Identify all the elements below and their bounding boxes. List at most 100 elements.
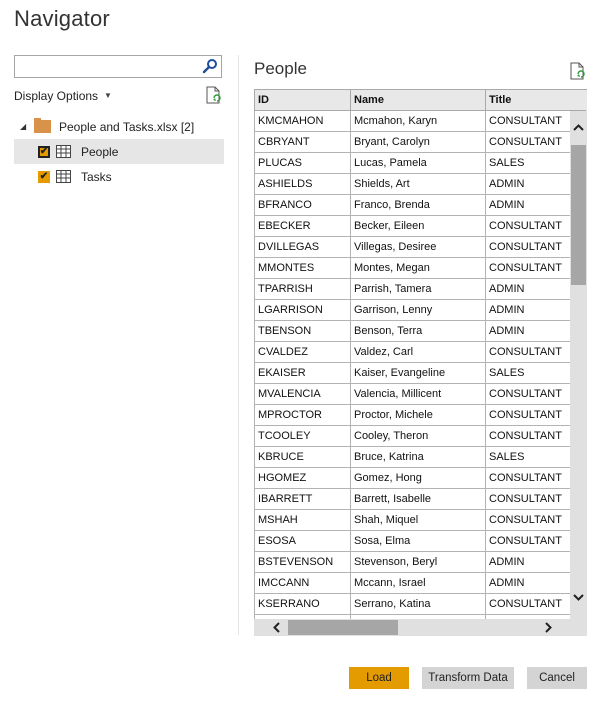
table-row[interactable]: KMCMAHON Mcmahon, Karyn CONSULTANT [254,110,586,132]
horizontal-scrollbar[interactable] [254,619,570,636]
scroll-down-icon[interactable] [570,589,587,606]
cell-name: Sosa, Elma [350,530,486,552]
checkbox-tasks[interactable]: ✔ [38,170,50,183]
table-row[interactable]: CVALDEZ Valdez, Carl CONSULTANT [254,341,586,363]
table-row[interactable]: KBRUCE Bruce, Katrina SALES [254,446,586,468]
tree-item-label: People [81,144,119,159]
preview-grid: ID Name Title KMCMAHON Mcmahon, Karyn CONS… [254,89,587,636]
table-row[interactable]: PLUCAS Lucas, Pamela SALES [254,152,586,174]
table-row[interactable]: MPROCTOR Proctor, Michele CONSULTANT [254,404,586,426]
table-row[interactable]: KSERRANO Serrano, Katina CONSULTANT [254,593,586,615]
table-row[interactable]: TBENSON Benson, Terra ADMIN [254,320,586,342]
cell-id: BSTEVENSON [254,551,351,573]
cell-id: KMCMAHON [254,110,351,132]
cell-id: TCOOLEY [254,425,351,447]
transform-data-button[interactable]: Transform Data [422,667,514,689]
column-header-id[interactable]: ID [254,89,351,111]
vertical-scroll-thumb[interactable] [571,145,586,285]
column-header-title[interactable]: Title [485,89,586,111]
cancel-button[interactable]: Cancel [527,667,587,689]
cell-name: Villegas, Desiree [350,236,486,258]
cell-name: Benson, Terra [350,320,486,342]
table-row[interactable]: IBARRETT Barrett, Isabelle CONSULTANT [254,488,586,510]
table-row[interactable]: TPARRISH Parrish, Tamera ADMIN [254,278,586,300]
cell-name: Kaiser, Evangeline [350,362,486,384]
refresh-icon[interactable] [205,86,221,104]
cell-name: Mccann, Israel [350,572,486,594]
cell-id: CBRYANT [254,131,351,153]
cell-name: Barrett, Isabelle [350,488,486,510]
tree-item-workbook[interactable]: ◢ People and Tasks.xlsx [2] [14,114,224,139]
cell-id: MMONTES [254,257,351,279]
table-row[interactable]: ESOSA Sosa, Elma CONSULTANT [254,530,586,552]
display-options-label: Display Options [14,89,99,103]
table-row[interactable]: MSHAH Shah, Miquel CONSULTANT [254,509,586,531]
table-row[interactable]: LGARRISON Garrison, Lenny ADMIN [254,299,586,321]
scroll-left-icon[interactable] [268,619,285,636]
table-row[interactable]: ASHIELDS Shields, Art ADMIN [254,173,586,195]
navigator-tree: ◢ People and Tasks.xlsx [2] ✔ People ✔ T… [14,114,224,189]
cell-id: EBECKER [254,215,351,237]
table-row[interactable]: CBRYANT Bryant, Carolyn CONSULTANT [254,131,586,153]
cell-id: DVILLEGAS [254,236,351,258]
cell-id: PLUCAS [254,152,351,174]
checkbox-people[interactable]: ✔ [38,145,50,158]
cell-name: Shah, Miquel [350,509,486,531]
cell-id: MVALENCIA [254,383,351,405]
table-row[interactable]: EBECKER Becker, Eileen CONSULTANT [254,215,586,237]
horizontal-scroll-thumb[interactable] [288,620,398,635]
table-row[interactable]: BSTEVENSON Stevenson, Beryl ADMIN [254,551,586,573]
cell-id: MSHAH [254,509,351,531]
scroll-right-icon[interactable] [540,619,557,636]
table-row[interactable]: EKAISER Kaiser, Evangeline SALES [254,362,586,384]
cell-id: BFRANCO [254,194,351,216]
folder-icon [34,118,51,133]
data-table: ID Name Title KMCMAHON Mcmahon, Karyn CONS… [254,89,586,636]
search-icon[interactable] [202,58,218,74]
table-row[interactable]: DVILLEGAS Villegas, Desiree CONSULTANT [254,236,586,258]
cell-name: Proctor, Michele [350,404,486,426]
table-row[interactable]: BFRANCO Franco, Brenda ADMIN [254,194,586,216]
cell-id: KBRUCE [254,446,351,468]
tree-item-tasks[interactable]: ✔ Tasks [14,164,224,189]
cell-name: Gomez, Hong [350,467,486,489]
header-filler [585,89,587,110]
scroll-up-icon[interactable] [570,119,587,136]
search-input[interactable] [15,56,195,77]
pane-divider[interactable] [238,55,239,635]
vertical-scrollbar[interactable] [570,111,587,619]
column-header-name[interactable]: Name [350,89,486,111]
cell-id: LGARRISON [254,299,351,321]
tree-item-label: Tasks [81,169,112,184]
table-row[interactable]: TCOOLEY Cooley, Theron CONSULTANT [254,425,586,447]
cell-id: MPROCTOR [254,404,351,426]
table-row[interactable]: MVALENCIA Valencia, Millicent CONSULTANT [254,383,586,405]
cell-name: Lucas, Pamela [350,152,486,174]
table-icon [56,145,71,158]
table-row[interactable]: IMCCANN Mccann, Israel ADMIN [254,572,586,594]
cell-id: ESOSA [254,530,351,552]
refresh-preview-icon[interactable] [569,62,585,80]
scrollbar-corner [570,619,587,636]
cell-name: Garrison, Lenny [350,299,486,321]
cell-name: Valdez, Carl [350,341,486,363]
cell-id: TPARRISH [254,278,351,300]
search-box [14,55,222,78]
table-row[interactable]: MMONTES Montes, Megan CONSULTANT [254,257,586,279]
load-button[interactable]: Load [349,667,409,689]
tree-item-people[interactable]: ✔ People [14,139,224,164]
cell-name: Serrano, Katina [350,593,486,615]
expand-arrow-icon[interactable]: ◢ [20,122,30,131]
cell-id: CVALDEZ [254,341,351,363]
preview-title: People [254,59,307,78]
display-options-dropdown[interactable]: Display Options ▼ [14,89,112,103]
cell-id: KSERRANO [254,593,351,615]
cell-id: TBENSON [254,320,351,342]
cell-name: Becker, Eileen [350,215,486,237]
caret-down-icon: ▼ [104,91,112,100]
window-title: Navigator [14,6,110,31]
table-row[interactable]: HGOMEZ Gomez, Hong CONSULTANT [254,467,586,489]
cell-name: Mcmahon, Karyn [350,110,486,132]
cell-name: Valencia, Millicent [350,383,486,405]
cell-name: Bruce, Katrina [350,446,486,468]
